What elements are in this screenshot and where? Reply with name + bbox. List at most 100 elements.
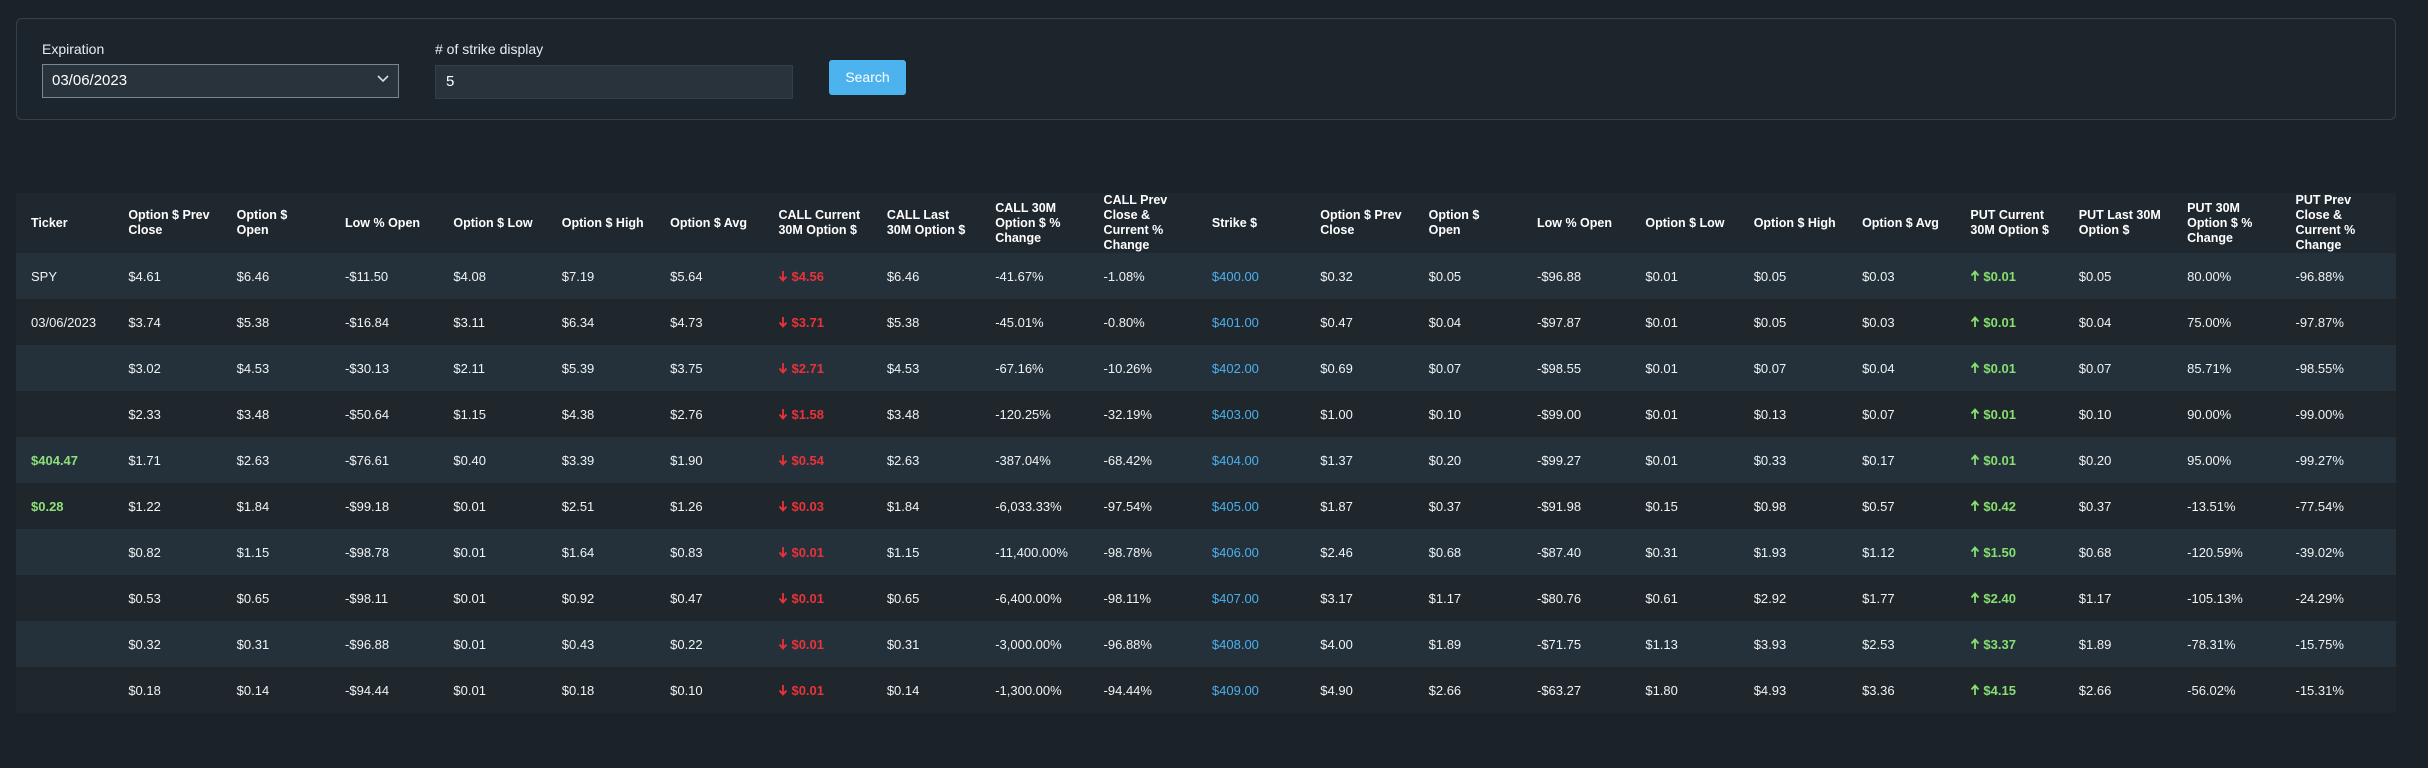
put-current-value: $0.01 bbox=[1983, 452, 2016, 468]
table-cell: $0.07 bbox=[1847, 391, 1956, 437]
table-cell: $5.38 bbox=[221, 299, 331, 345]
call-current-value: $0.01 bbox=[791, 590, 825, 606]
arrow-up-icon bbox=[1971, 453, 1980, 465]
table-cell: $0.43 bbox=[546, 621, 656, 667]
table-cell: $0.04 bbox=[1847, 345, 1956, 391]
column-header: PUT 30M Option $ % Change bbox=[2172, 193, 2281, 253]
table-cell: $4.73 bbox=[655, 299, 764, 345]
table-cell: $0.01 bbox=[438, 529, 547, 575]
column-header: PUT Last 30M Option $ bbox=[2063, 193, 2173, 253]
arrow-up-icon bbox=[1971, 407, 1980, 419]
table-cell: $3.74 bbox=[113, 299, 222, 345]
table-cell: $1.58 bbox=[763, 391, 872, 437]
column-header: Option $ Prev Close bbox=[113, 193, 222, 253]
table-cell: $1.12 bbox=[1847, 529, 1956, 575]
arrow-up-icon bbox=[1971, 315, 1980, 327]
table-cell: -97.54% bbox=[1088, 483, 1197, 529]
table-cell: $407.00 bbox=[1196, 575, 1306, 621]
expiration-select[interactable]: 03/06/2023 bbox=[42, 64, 399, 98]
table-cell: -98.11% bbox=[1088, 575, 1197, 621]
arrow-up-icon bbox=[1971, 545, 1980, 557]
table-cell: $0.42 bbox=[1955, 483, 2064, 529]
table-cell: -$63.27 bbox=[1521, 667, 1631, 713]
table-cell: $0.07 bbox=[2063, 345, 2173, 391]
table-row: 03/06/2023 $3.74 $5.38 -$16.84 $3.11 $6.34 $4.… bbox=[16, 299, 2396, 345]
table-cell: -77.54% bbox=[2280, 483, 2396, 529]
table-cell: -105.13% bbox=[2172, 575, 2281, 621]
put-current-value: $0.01 bbox=[1983, 360, 2016, 376]
table-cell: $0.31 bbox=[221, 621, 331, 667]
strike-display-input[interactable]: 5 bbox=[435, 65, 793, 99]
table-cell: $0.04 bbox=[2063, 299, 2173, 345]
table-cell: $0.83 bbox=[655, 529, 764, 575]
column-header: Strike $ bbox=[1196, 193, 1306, 253]
table-cell: $1.13 bbox=[1630, 621, 1739, 667]
table-cell: -98.78% bbox=[1088, 529, 1197, 575]
table-cell: $3.93 bbox=[1738, 621, 1848, 667]
table-cell: $0.17 bbox=[1847, 437, 1956, 483]
table-cell: -$16.84 bbox=[330, 299, 439, 345]
table-cell: $1.26 bbox=[655, 483, 764, 529]
table-cell: $5.64 bbox=[655, 253, 764, 299]
call-current-value: $2.71 bbox=[791, 360, 825, 376]
table-cell: $0.61 bbox=[1630, 575, 1739, 621]
table-cell: -98.55% bbox=[2280, 345, 2396, 391]
table-cell: $4.53 bbox=[221, 345, 331, 391]
table-cell: -$99.00 bbox=[1521, 391, 1631, 437]
table-cell: $4.61 bbox=[113, 253, 222, 299]
table-cell: $0.37 bbox=[1413, 483, 1522, 529]
table-cell: $0.01 bbox=[1630, 299, 1739, 345]
put-current-value: $0.01 bbox=[1983, 268, 2016, 284]
table-cell: -$98.55 bbox=[1521, 345, 1631, 391]
column-header: Option $ Low bbox=[1630, 193, 1739, 253]
call-current-value: $0.01 bbox=[791, 636, 825, 652]
table-cell: $0.01 bbox=[438, 575, 547, 621]
table-cell: $2.53 bbox=[1847, 621, 1956, 667]
table-cell: $0.07 bbox=[1738, 345, 1848, 391]
expiration-label: Expiration bbox=[42, 41, 105, 57]
table-cell: $0.01 bbox=[1630, 345, 1739, 391]
table-cell: $404.00 bbox=[1196, 437, 1306, 483]
column-header: Option $ Open bbox=[1413, 193, 1522, 253]
table-cell: $1.50 bbox=[1955, 529, 2064, 575]
table-cell: $3.36 bbox=[1847, 667, 1956, 713]
search-button[interactable]: Search bbox=[829, 60, 906, 95]
table-cell: $0.32 bbox=[113, 621, 222, 667]
table-cell: -13.51% bbox=[2172, 483, 2281, 529]
column-header: Option $ Prev Close bbox=[1305, 193, 1414, 253]
table-row: SPY $4.61 $6.46 -$11.50 $4.08 $7.19 $5.64 $4.56… bbox=[16, 253, 2396, 299]
arrow-up-icon bbox=[1971, 361, 1980, 373]
column-header: Ticker bbox=[16, 193, 114, 253]
table-cell: -67.16% bbox=[980, 345, 1089, 391]
table-cell: $0.28 bbox=[16, 483, 114, 529]
table-cell: $400.00 bbox=[1196, 253, 1306, 299]
table-cell: 03/06/2023 bbox=[16, 299, 114, 345]
column-header: Option $ High bbox=[1738, 193, 1848, 253]
table-cell: -$50.64 bbox=[330, 391, 439, 437]
table-cell: $0.22 bbox=[655, 621, 764, 667]
table-cell: $0.01 bbox=[1630, 253, 1739, 299]
table-cell: 80.00% bbox=[2172, 253, 2281, 299]
arrow-up-icon bbox=[1971, 637, 1980, 649]
table-cell: $2.71 bbox=[763, 345, 872, 391]
table-cell: $0.20 bbox=[2063, 437, 2173, 483]
table-cell bbox=[16, 575, 114, 621]
table-cell: $0.18 bbox=[546, 667, 656, 713]
table-cell: -96.88% bbox=[2280, 253, 2396, 299]
table-cell: $0.18 bbox=[113, 667, 222, 713]
table-cell: $0.05 bbox=[1738, 299, 1848, 345]
table-cell: -1,300.00% bbox=[980, 667, 1089, 713]
table-cell: $2.51 bbox=[546, 483, 656, 529]
column-header: Low % Open bbox=[330, 193, 439, 253]
table-cell: $3.48 bbox=[221, 391, 331, 437]
table-cell: $0.01 bbox=[1630, 437, 1739, 483]
table-cell: -$87.40 bbox=[1521, 529, 1631, 575]
table-cell: $1.84 bbox=[221, 483, 331, 529]
put-current-value: $1.50 bbox=[1983, 544, 2016, 560]
table-cell: $0.33 bbox=[1738, 437, 1848, 483]
table-cell: $0.05 bbox=[1413, 253, 1522, 299]
table-cell: $0.01 bbox=[763, 575, 872, 621]
table-cell: $4.08 bbox=[438, 253, 547, 299]
table-cell: $0.13 bbox=[1738, 391, 1848, 437]
table-cell: $0.01 bbox=[1955, 437, 2064, 483]
